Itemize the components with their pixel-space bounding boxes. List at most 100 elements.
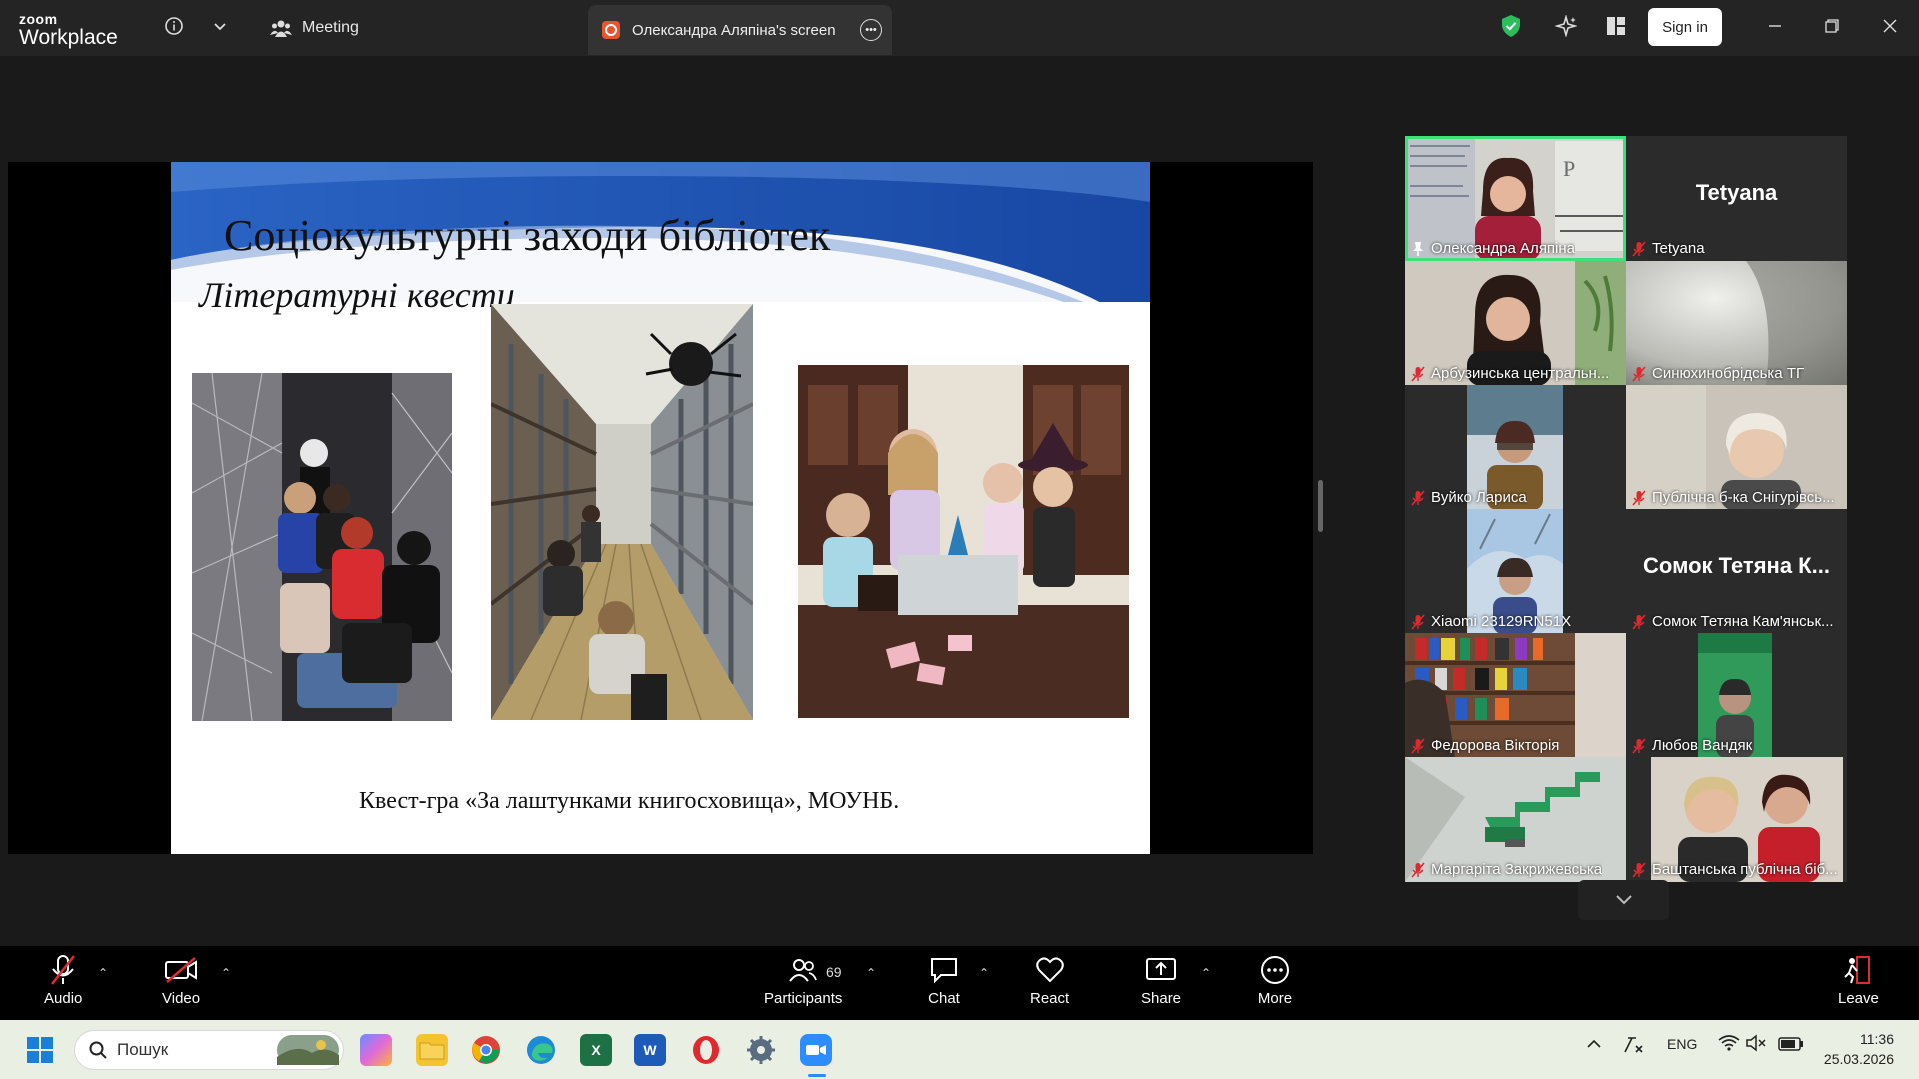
title-bar: zoom Workplace Meeting Олександра Аляпін… [0, 0, 1919, 56]
slide-caption: Квест-гра «За лаштунками книгосховища», … [359, 788, 900, 814]
share-button[interactable]: Share [1141, 954, 1181, 1007]
slide-title: Соціокультурні заходи бібліотек [224, 211, 831, 260]
screen-tab-label: Олександра Аляпіна's screen [632, 21, 836, 39]
taskbar-search[interactable]: Пошук [74, 1030, 344, 1070]
quest-photo-3 [798, 365, 1129, 718]
participant-avatar-name: Сомок Тетяна К... [1643, 553, 1830, 578]
input-method-icon[interactable] [1622, 1034, 1646, 1059]
svg-text:Р: Р [1563, 156, 1575, 181]
muted-mic-icon [1411, 737, 1425, 754]
opera-icon[interactable] [690, 1034, 722, 1066]
participants-count: 69 [826, 964, 842, 980]
video-tile[interactable]: Сомок Тетяна К... Сомок Тетяна Кам'янськ… [1626, 509, 1847, 634]
close-icon[interactable] [1878, 14, 1902, 38]
video-off-icon [163, 954, 199, 986]
video-button[interactable]: Video [162, 954, 200, 1007]
sign-in-button[interactable]: Sign in [1648, 8, 1722, 46]
more-button[interactable]: More [1257, 954, 1293, 1007]
meeting-toolbar: Audio ⌃ Video ⌃ Participants 69 ⌃ Chat ⌃… [0, 946, 1919, 1020]
participant-name: Tetyana [1632, 240, 1705, 257]
security-shield-icon[interactable] [1500, 14, 1522, 43]
participants-button[interactable]: Participants [764, 954, 842, 1007]
panel-resize-handle[interactable] [1318, 480, 1323, 532]
chat-button[interactable]: Chat [926, 954, 962, 1007]
share-screen-icon [1143, 954, 1179, 986]
word-icon[interactable]: W [634, 1034, 666, 1066]
video-tile[interactable]: Федорова Вікторія [1405, 633, 1626, 758]
restore-icon[interactable] [1820, 14, 1844, 38]
participant-name: Любов Вандяк [1632, 737, 1752, 754]
muted-mic-icon [1411, 861, 1425, 878]
share-options-caret-icon[interactable]: ⌃ [1201, 966, 1211, 980]
muted-mic-icon [1411, 365, 1425, 382]
copilot-app-icon[interactable] [360, 1034, 392, 1066]
more-options-icon[interactable]: ••• [860, 19, 882, 41]
windows-start-icon[interactable] [24, 1034, 56, 1066]
file-explorer-icon[interactable] [416, 1034, 448, 1066]
search-icon [89, 1041, 107, 1059]
active-app-indicator [808, 1074, 826, 1077]
chat-options-caret-icon[interactable]: ⌃ [979, 966, 989, 980]
audio-options-caret-icon[interactable]: ⌃ [98, 966, 108, 980]
wifi-icon[interactable] [1718, 1034, 1740, 1055]
presentation-slide: Соціокультурні заходи бібліотек Літерату… [171, 162, 1150, 854]
quest-photo-1 [192, 373, 452, 721]
minimize-icon[interactable] [1763, 14, 1787, 38]
participants-options-caret-icon[interactable]: ⌃ [866, 966, 876, 980]
participant-name: Арбузинська центральн... [1411, 365, 1609, 382]
participant-name: Вуйко Лариса [1411, 489, 1527, 506]
excel-icon[interactable]: X [580, 1034, 612, 1066]
chevron-down-icon [1615, 895, 1632, 905]
video-tile[interactable]: Синюхинобрідська ТГ [1626, 261, 1847, 386]
tray-overflow-chevron-icon[interactable] [1587, 1036, 1601, 1052]
participant-name: Федорова Вікторія [1411, 737, 1559, 754]
leave-button[interactable]: Leave [1838, 954, 1879, 1007]
video-tile[interactable]: Публічна б-ка Снігурівсь... [1626, 385, 1847, 510]
speaker-muted-icon[interactable] [1746, 1034, 1768, 1055]
more-icon [1257, 954, 1293, 986]
video-options-caret-icon[interactable]: ⌃ [221, 966, 231, 980]
chrome-icon[interactable] [470, 1034, 502, 1066]
taskbar-clock[interactable]: 11:36 25.03.2026 [1822, 1029, 1894, 1069]
slide-subtitle: Літературні квести [199, 275, 515, 315]
participant-name: Xiaomi 23129RN51X [1411, 613, 1571, 630]
meeting-tab[interactable]: Meeting [270, 12, 359, 44]
gallery-next-page-button[interactable] [1578, 880, 1669, 920]
video-tile[interactable]: Р Олександра Аляпіна [1405, 136, 1626, 261]
clock-date: 25.03.2026 [1823, 1051, 1894, 1067]
muted-mic-icon [1632, 365, 1646, 382]
audio-button[interactable]: Audio [44, 954, 82, 1007]
language-indicator[interactable]: ENG [1667, 1036, 1697, 1052]
participant-name: Маргаріта Закрижевська [1411, 861, 1602, 878]
layout-view-icon[interactable] [1604, 14, 1628, 38]
info-icon[interactable] [162, 14, 186, 38]
screen-share-icon [602, 21, 620, 39]
participants-icon [785, 954, 821, 986]
ai-sparkle-icon[interactable] [1554, 14, 1578, 38]
settings-gear-icon[interactable] [745, 1034, 777, 1066]
video-tile[interactable]: Xiaomi 23129RN51X [1405, 509, 1626, 634]
zoom-app-icon[interactable] [800, 1034, 832, 1066]
zoom-logo: zoom Workplace [19, 12, 118, 48]
pin-icon [1413, 241, 1423, 256]
logo-top-text: zoom [19, 11, 58, 27]
screen-share-tab[interactable]: Олександра Аляпіна's screen ••• [588, 5, 892, 55]
video-tile[interactable]: Баштанська публічна біб... [1626, 757, 1847, 882]
video-tile[interactable]: Вуйко Лариса [1405, 385, 1626, 510]
video-tile[interactable]: Маргаріта Закрижевська [1405, 757, 1626, 882]
video-tile[interactable]: Tetyana Tetyana [1626, 136, 1847, 261]
muted-mic-icon [1411, 489, 1425, 506]
participant-avatar-name: Tetyana [1695, 180, 1778, 205]
battery-icon[interactable] [1778, 1037, 1804, 1054]
chevron-down-icon[interactable] [208, 14, 232, 38]
react-button[interactable]: React [1030, 954, 1069, 1007]
edge-icon[interactable] [525, 1034, 557, 1066]
logo-bottom-text: Workplace [19, 26, 118, 49]
quest-photo-2 [491, 304, 753, 720]
video-tile[interactable]: Любов Вандяк [1626, 633, 1847, 758]
clock-time: 11:36 [1860, 1031, 1894, 1047]
video-tile[interactable]: Арбузинська центральн... [1405, 261, 1626, 386]
participant-name: Сомок Тетяна Кам'янськ... [1632, 613, 1834, 630]
chat-icon [926, 954, 962, 986]
muted-microphone-icon [45, 954, 81, 986]
